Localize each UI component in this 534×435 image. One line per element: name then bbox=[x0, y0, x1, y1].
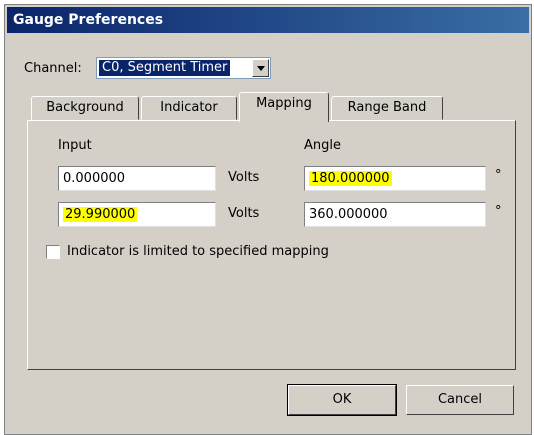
cancel-button-label: Cancel bbox=[437, 392, 483, 407]
input-column-header: Input bbox=[58, 138, 92, 153]
tab-background-label: Background bbox=[46, 100, 124, 115]
degree-symbol: ° bbox=[495, 204, 502, 219]
input-min-unit: Volts bbox=[228, 170, 260, 185]
tab-indicator[interactable]: Indicator bbox=[141, 96, 237, 120]
ok-button[interactable]: OK bbox=[287, 384, 397, 416]
limit-mapping-checkbox[interactable] bbox=[46, 245, 60, 259]
tab-range-band[interactable]: Range Band bbox=[331, 96, 443, 120]
limit-mapping-label[interactable]: Indicator is limited to specified mappin… bbox=[67, 244, 329, 259]
angle-max-value: 360.000000 bbox=[309, 207, 388, 222]
input-min-value: 0.000000 bbox=[63, 171, 126, 186]
chevron-down-icon[interactable] bbox=[252, 59, 269, 77]
tab-background[interactable]: Background bbox=[31, 96, 139, 120]
input-max-field[interactable]: 29.990000 bbox=[58, 202, 216, 227]
channel-select[interactable]: C0, Segment Timer bbox=[96, 57, 271, 79]
degree-symbol: ° bbox=[495, 168, 502, 183]
cancel-button[interactable]: Cancel bbox=[406, 385, 514, 415]
input-max-value: 29.990000 bbox=[63, 207, 138, 222]
input-min-field[interactable]: 0.000000 bbox=[58, 166, 216, 191]
angle-max-field[interactable]: 360.000000 bbox=[304, 202, 486, 227]
tab-mapping[interactable]: Mapping bbox=[239, 92, 329, 122]
angle-min-value: 180.000000 bbox=[309, 171, 392, 186]
input-max-unit: Volts bbox=[228, 206, 260, 221]
tab-mapping-label: Mapping bbox=[256, 96, 312, 111]
tab-indicator-label: Indicator bbox=[160, 100, 218, 115]
channel-selected-value: C0, Segment Timer bbox=[99, 60, 231, 76]
tab-range-band-label: Range Band bbox=[347, 100, 427, 115]
angle-min-field[interactable]: 180.000000 bbox=[304, 166, 486, 191]
channel-label: Channel: bbox=[24, 61, 82, 76]
angle-column-header: Angle bbox=[304, 138, 341, 153]
window-title: Gauge Preferences bbox=[7, 7, 529, 33]
ok-button-label: OK bbox=[332, 392, 352, 407]
